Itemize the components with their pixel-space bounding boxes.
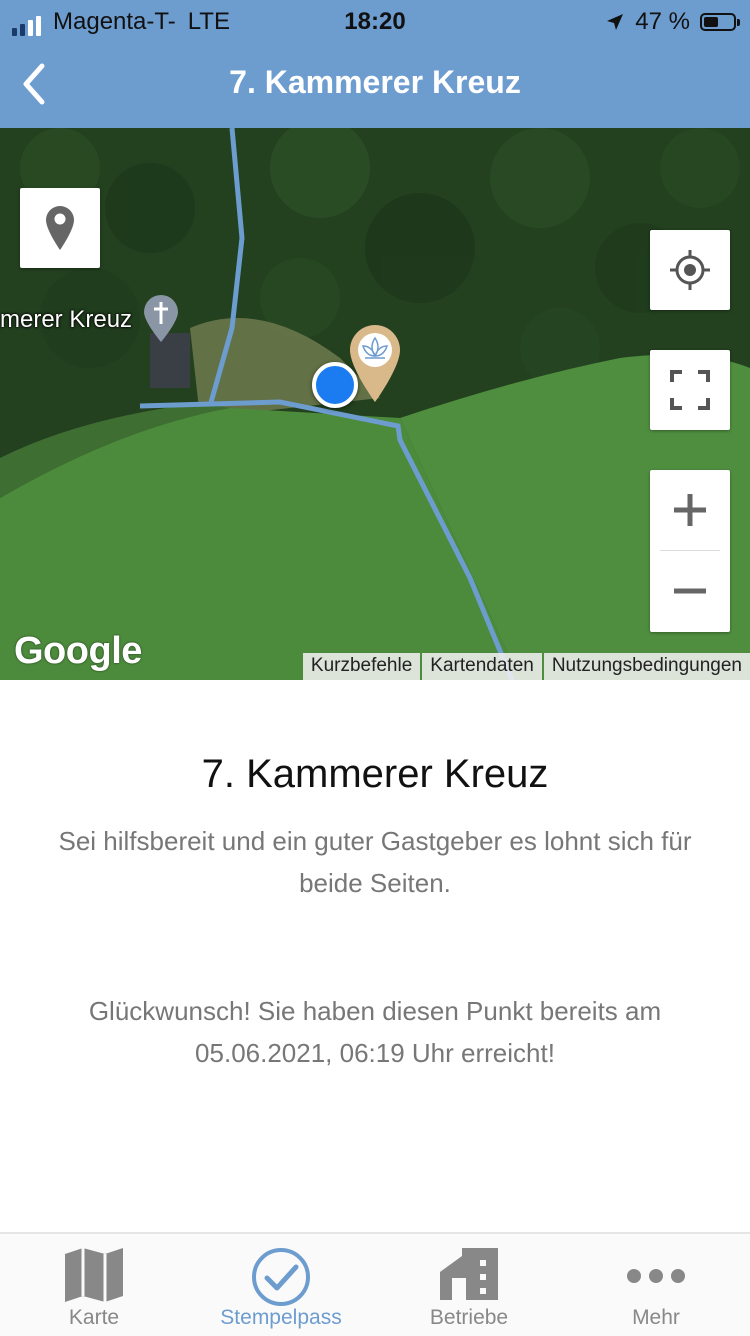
minus-icon: [674, 588, 706, 594]
location-pin-icon: [46, 206, 74, 250]
google-logo: Google: [14, 630, 142, 672]
fullscreen-icon: [670, 370, 710, 410]
app-header: Magenta-T- LTE 18:20 47 % 7. Kammerer Kr…: [0, 0, 750, 128]
satellite-imagery: [0, 128, 750, 680]
church-cross-marker-icon[interactable]: [142, 294, 180, 344]
more-dots-icon: [627, 1269, 685, 1283]
my-location-button[interactable]: [650, 230, 730, 310]
fullscreen-button[interactable]: [650, 350, 730, 430]
tab-label: Karte: [68, 1306, 120, 1329]
terms-link[interactable]: Nutzungsbedingungen: [543, 653, 750, 680]
map-view[interactable]: merer Kreuz Google Kurzbefehle Kartendat…: [0, 128, 750, 680]
stamp-collected-message: Glückwunsch! Sie haben diesen Punkt bere…: [88, 996, 662, 1068]
station-title: 7. Kammerer Kreuz: [201, 752, 549, 796]
checkmark-circle-icon: [252, 1248, 310, 1306]
tab-bar: Karte Stempelpass Betriebe Mehr: [0, 1232, 750, 1336]
map-icon: [65, 1248, 123, 1302]
tab-betriebe[interactable]: Betriebe: [375, 1234, 563, 1336]
map-data-link[interactable]: Kartendaten: [422, 653, 542, 680]
poi-map-label: merer Kreuz: [0, 306, 133, 333]
tab-label: Mehr: [632, 1306, 680, 1329]
location-arrow-icon: [607, 14, 624, 30]
stamp-location-marker-icon[interactable]: [348, 324, 402, 404]
shortcuts-link[interactable]: Kurzbefehle: [302, 653, 421, 680]
map-attribution: Kurzbefehle Kartendaten Nutzungsbedingun…: [302, 653, 750, 680]
zoom-out-button[interactable]: [650, 551, 730, 631]
crosshair-icon: [670, 250, 710, 290]
tab-stempelpass[interactable]: Stempelpass: [187, 1234, 375, 1336]
tab-mehr[interactable]: Mehr: [562, 1234, 750, 1336]
station-description: Sei hilfsbereit und ein guter Gastgeber …: [58, 826, 692, 898]
tab-label: Stempelpass: [220, 1306, 342, 1329]
building-icon: [440, 1248, 498, 1300]
zoom-in-button[interactable]: [650, 470, 730, 550]
status-bar: Magenta-T- LTE 18:20 47 %: [0, 0, 750, 44]
tab-label: Betriebe: [429, 1306, 509, 1329]
tab-karte[interactable]: Karte: [0, 1234, 188, 1336]
battery-icon: [700, 13, 740, 31]
zoom-controls: [650, 470, 730, 632]
marker-filter-button[interactable]: [20, 188, 100, 268]
plus-icon: [674, 494, 706, 526]
page-title: 7. Kammerer Kreuz: [229, 64, 521, 100]
battery-percent: 47 %: [635, 8, 690, 35]
